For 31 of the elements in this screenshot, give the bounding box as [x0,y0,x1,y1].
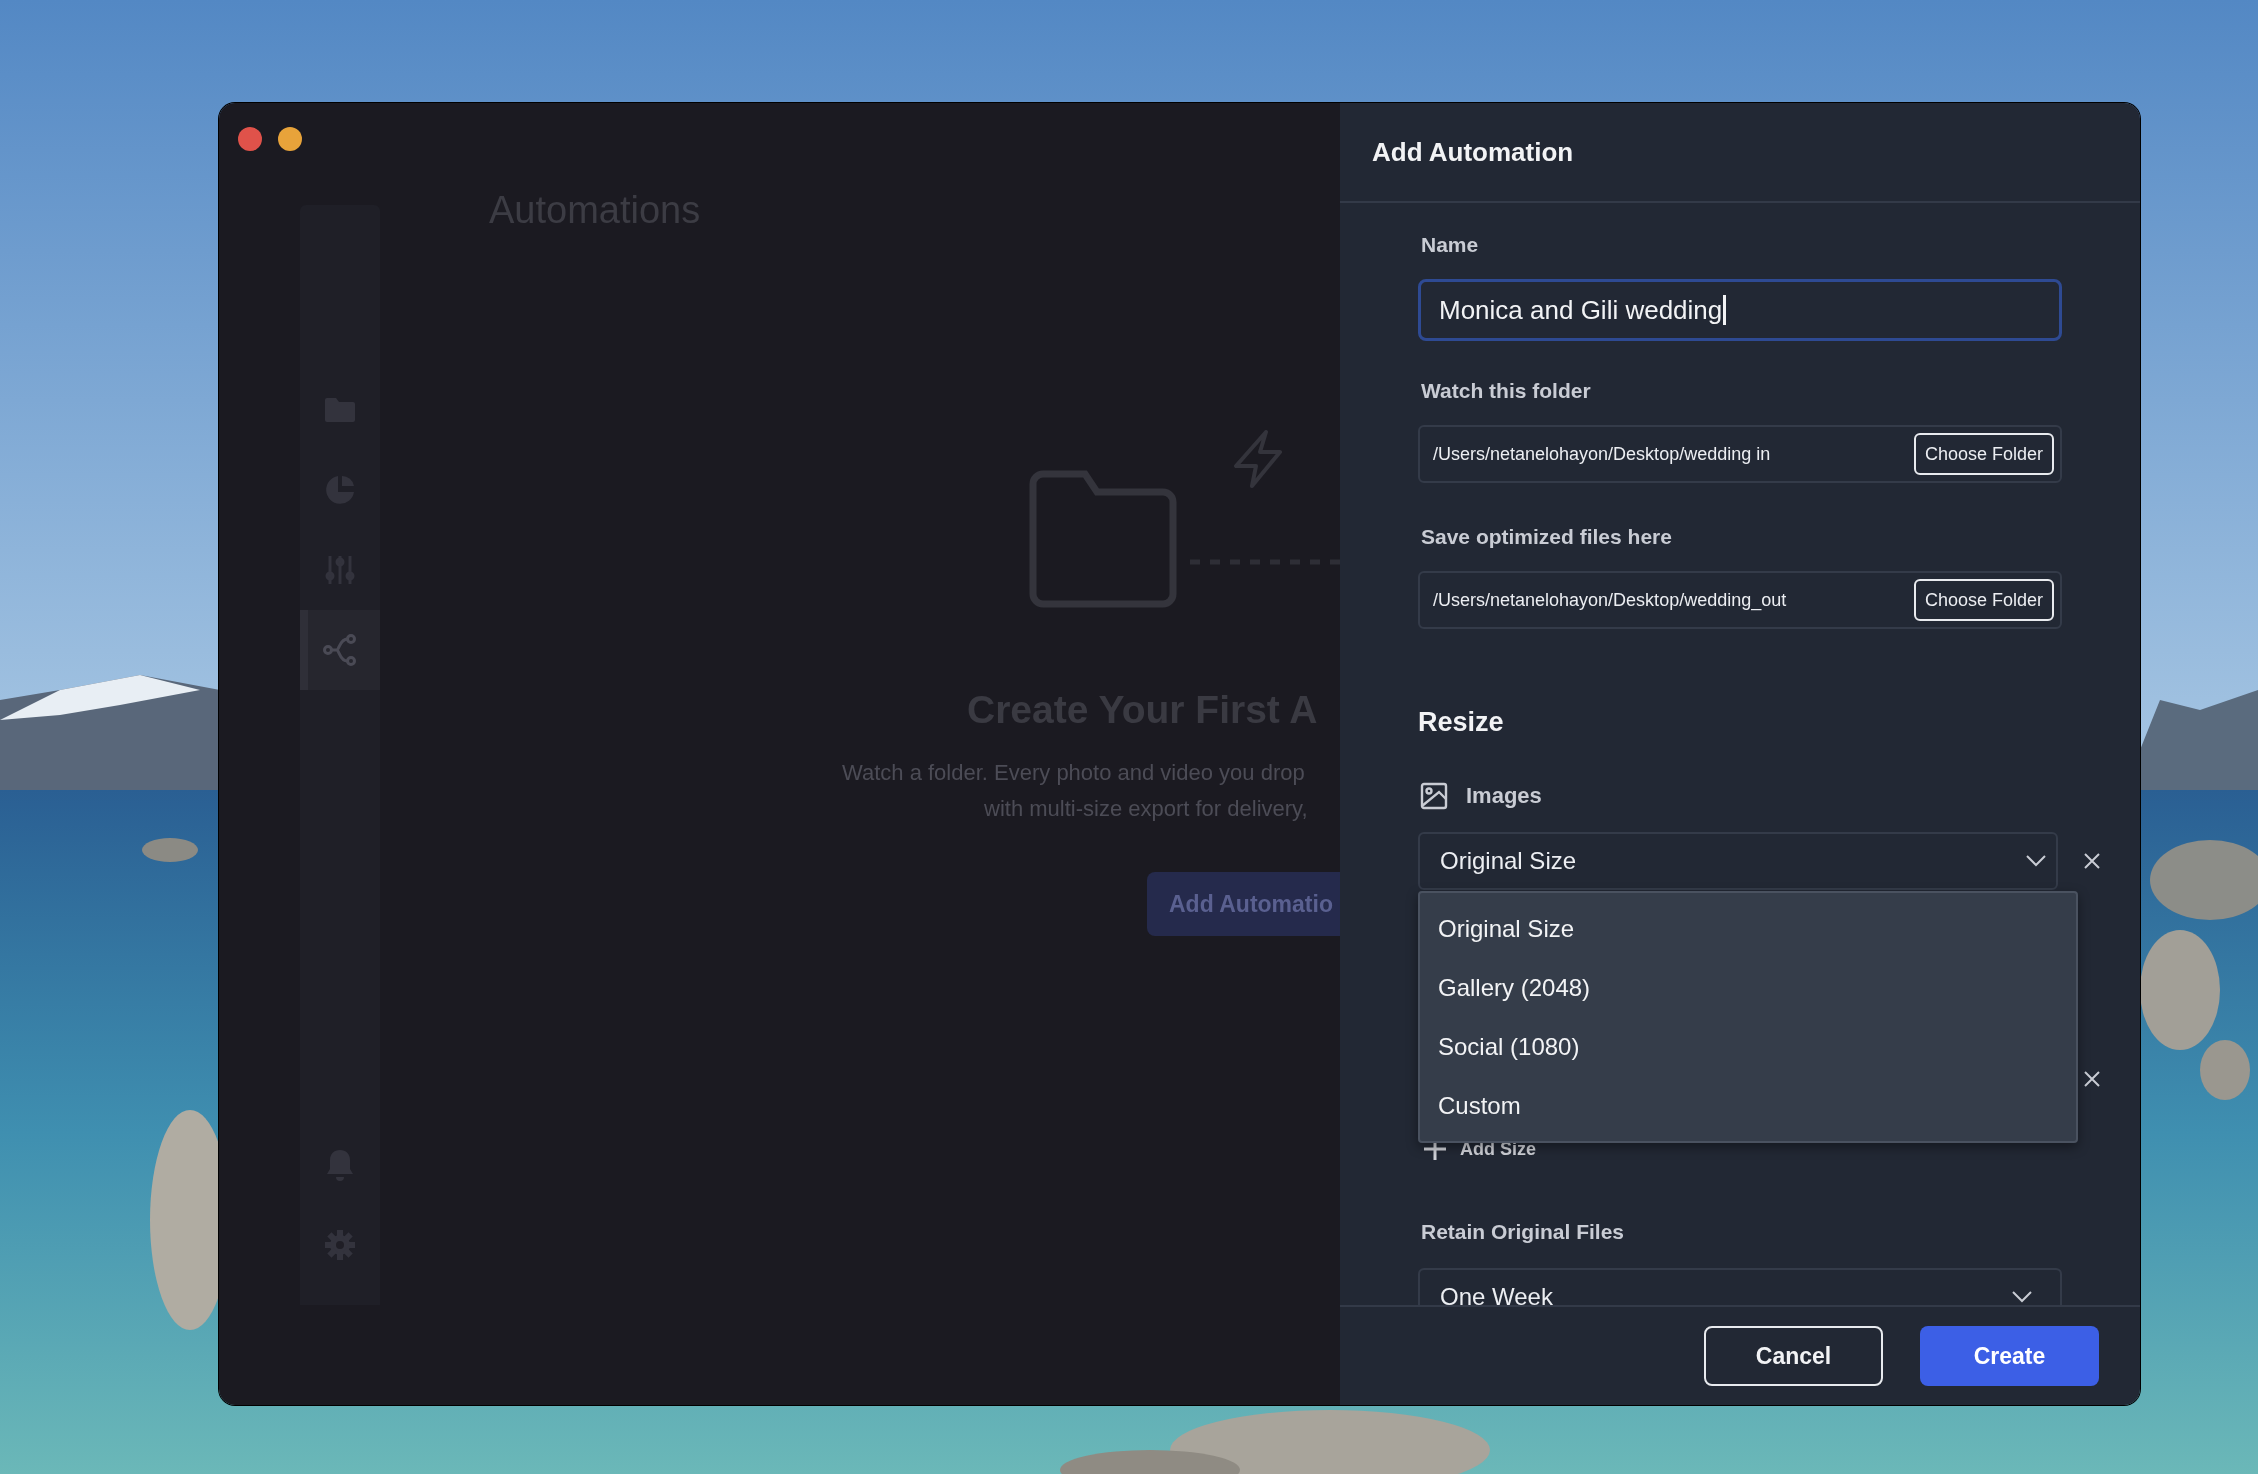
close-icon [2084,1071,2100,1087]
field-label: Save optimized files here [1421,525,1673,549]
section-heading: Resize [1418,707,1505,738]
close-icon [2084,853,2100,869]
window-control-dot[interactable] [238,127,262,151]
window-control-dot[interactable] [278,127,302,151]
create-button[interactable]: Create [1920,1326,2099,1386]
size-select[interactable]: Original Size [1418,832,2058,890]
name-field[interactable]: Monica and Gili wedding [1418,279,2062,341]
folder-path-field[interactable]: /Users/netanelohayon/Desktop/wedding in Choose Folder [1418,425,2062,483]
dropdown-option[interactable]: Custom [1420,1076,2076,1135]
dropdown-option[interactable]: Social (1080) [1420,1017,2076,1076]
folder-path: /Users/netanelohayon/Desktop/wedding in [1433,443,1771,465]
media-type-label: Images [1466,783,1542,809]
dropdown-option[interactable]: Original Size [1420,899,2076,958]
choose-folder-button[interactable]: Choose Folder [1913,579,2054,621]
folder-icon [1027,470,1179,608]
dropdown-option[interactable]: Gallery (2048) [1420,958,2076,1017]
panel-title: Add Automation [1372,136,1574,168]
image-icon [1420,782,1448,810]
chevron-down-icon [2012,1291,2032,1303]
field-label: Retain Original Files [1421,1220,1626,1244]
field-label: Name [1421,233,1480,257]
share-nodes-icon [323,634,357,666]
choose-folder-button[interactable]: Choose Folder [1913,433,2054,475]
chevron-down-icon [2026,855,2046,867]
sidebar-item[interactable] [300,610,380,690]
folder-path: /Users/netanelohayon/Desktop/wedding_out [1433,589,1787,611]
field-label: Watch this folder [1421,379,1592,403]
folder-path-field[interactable]: /Users/netanelohayon/Desktop/wedding_out Choose Folder [1418,571,2062,629]
cancel-button[interactable]: Cancel [1704,1326,1883,1386]
